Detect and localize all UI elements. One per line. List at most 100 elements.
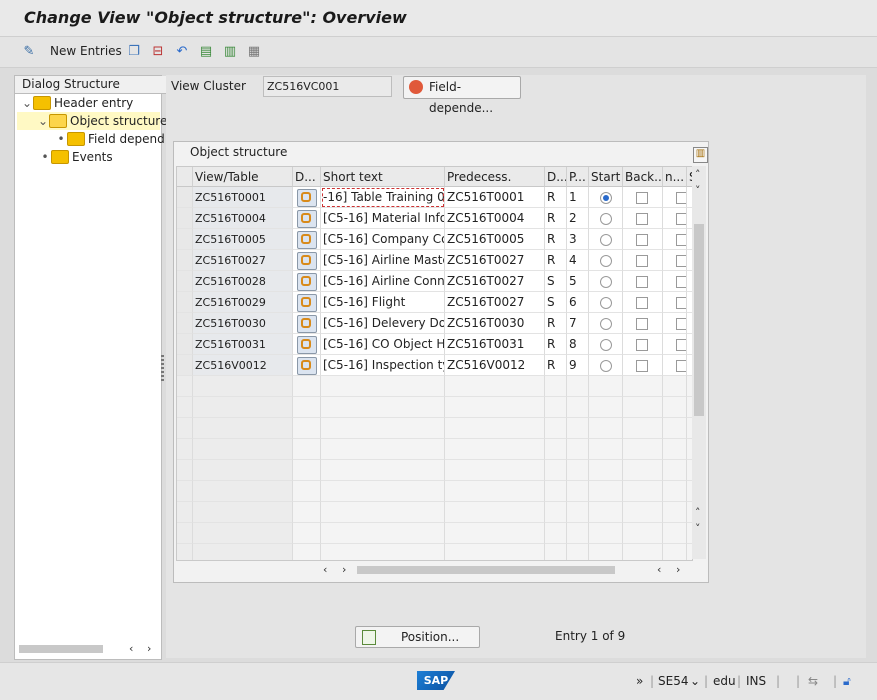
scroll-left-icon[interactable]: ‹ [129,642,133,655]
row-selector[interactable] [177,313,193,334]
predecessor-cell[interactable] [445,418,545,439]
p-cell[interactable] [567,439,589,460]
n-cell[interactable] [663,544,687,560]
start-cell[interactable] [589,229,623,250]
back-cell[interactable] [623,292,663,313]
table-row[interactable] [177,481,692,502]
n-checkbox[interactable] [676,192,686,204]
n-cell[interactable] [663,187,687,208]
tree-item-header-entry[interactable]: ⌄ Header entry [21,94,133,112]
back-cell[interactable] [623,523,663,544]
start-cell[interactable] [589,523,623,544]
detail-cell[interactable] [293,334,321,355]
detail-cell[interactable] [293,208,321,229]
back-cell[interactable] [623,376,663,397]
d-cell[interactable]: R [545,313,567,334]
detail-cell[interactable] [293,292,321,313]
predecessor-cell[interactable] [445,544,545,560]
n-cell[interactable] [663,397,687,418]
start-cell[interactable] [589,502,623,523]
row-selector-header[interactable] [177,167,193,187]
detail-cell[interactable] [293,313,321,334]
deselect-all-icon[interactable]: ▦ [245,42,263,60]
back-cell[interactable] [623,313,663,334]
start-cell[interactable] [589,439,623,460]
n-checkbox[interactable] [676,297,686,309]
new-entries-button[interactable]: New Entries [50,44,122,58]
chevron-down-icon[interactable]: ⌄ [690,674,700,688]
predecessor-cell[interactable] [445,439,545,460]
row-selector[interactable] [177,397,193,418]
detail-cell[interactable] [293,460,321,481]
d-cell[interactable] [545,544,567,560]
back-cell[interactable] [623,271,663,292]
detail-cell[interactable] [293,418,321,439]
table-row[interactable] [177,502,692,523]
row-selector[interactable] [177,271,193,292]
predecessor-cell[interactable] [445,376,545,397]
row-selector[interactable] [177,334,193,355]
p-cell[interactable] [567,481,589,502]
table-row[interactable] [177,523,692,544]
start-cell[interactable] [589,250,623,271]
p-cell[interactable]: 6 [567,292,589,313]
select-block-icon[interactable]: ▥ [221,42,239,60]
n-checkbox[interactable] [676,360,686,372]
p-cell[interactable] [567,397,589,418]
delete-icon[interactable]: ⊟ [149,42,167,60]
d-cell[interactable]: S [545,292,567,313]
table-row[interactable]: ZC516V0012[C5-16] Inspection ty...ZC516V… [177,355,692,376]
start-cell[interactable] [589,397,623,418]
p-cell[interactable] [567,376,589,397]
detail-nav-icon[interactable] [297,210,317,228]
row-selector[interactable] [177,355,193,376]
row-selector[interactable] [177,502,193,523]
p-cell[interactable]: 8 [567,334,589,355]
short-text-cell[interactable] [321,397,445,418]
position-button[interactable]: Position... [355,626,480,648]
p-cell[interactable]: 4 [567,250,589,271]
back-checkbox[interactable] [636,234,648,246]
n-cell[interactable] [663,460,687,481]
predecessor-cell[interactable]: ZC516T0005 [445,229,545,250]
back-checkbox[interactable] [636,192,648,204]
short-text-cell[interactable]: [C5-16] Airline Conn... [321,271,445,292]
detail-nav-icon[interactable] [297,357,317,375]
status-more-button[interactable]: » [636,674,643,688]
col-header-predecessor[interactable]: Predecess. [445,167,545,187]
chevron-down-icon[interactable]: ⌄ [37,112,49,130]
short-text-cell[interactable] [321,502,445,523]
detail-nav-icon[interactable] [297,294,317,312]
start-radio[interactable] [600,297,612,309]
table-row[interactable]: ZC516T0028 [C5-16] Airline Conn... ZC516T0… [177,271,692,292]
start-cell[interactable] [589,418,623,439]
col-header-n[interactable]: n... [663,167,687,187]
row-selector[interactable] [177,544,193,560]
short-text-cell[interactable]: [C5-16] Flight [321,292,445,313]
start-cell[interactable] [589,481,623,502]
d-cell[interactable] [545,523,567,544]
table-row[interactable]: ZC516T0005[C5-16] Company Co...ZC516T000… [177,229,692,250]
table-row[interactable]: ZC516T0027 [C5-16] Airline Master ZC516T00… [177,250,692,271]
predecessor-cell[interactable]: ZC516T0001 [445,187,545,208]
row-selector[interactable] [177,523,193,544]
field-dependent-button[interactable]: Field-depende... [403,76,521,115]
col-header-short-text[interactable]: Short text [321,167,445,187]
n-cell[interactable] [663,334,687,355]
n-cell[interactable] [663,355,687,376]
n-cell[interactable] [663,418,687,439]
predecessor-cell[interactable] [445,460,545,481]
tree-horizontal-scrollbar[interactable] [19,645,103,653]
insert-mode-indicator[interactable]: INS [746,674,766,688]
row-selector[interactable] [177,187,193,208]
short-text-cell[interactable] [321,523,445,544]
back-cell[interactable] [623,460,663,481]
row-selector[interactable] [177,439,193,460]
row-selector[interactable] [177,292,193,313]
predecessor-cell[interactable] [445,502,545,523]
detail-cell[interactable] [293,229,321,250]
col-header-back[interactable]: Back... [623,167,663,187]
table-horizontal-scrollbar[interactable]: ‹ › ‹ › [176,560,691,580]
col-header-d2[interactable]: D... [545,167,567,187]
p-cell[interactable]: 7 [567,313,589,334]
